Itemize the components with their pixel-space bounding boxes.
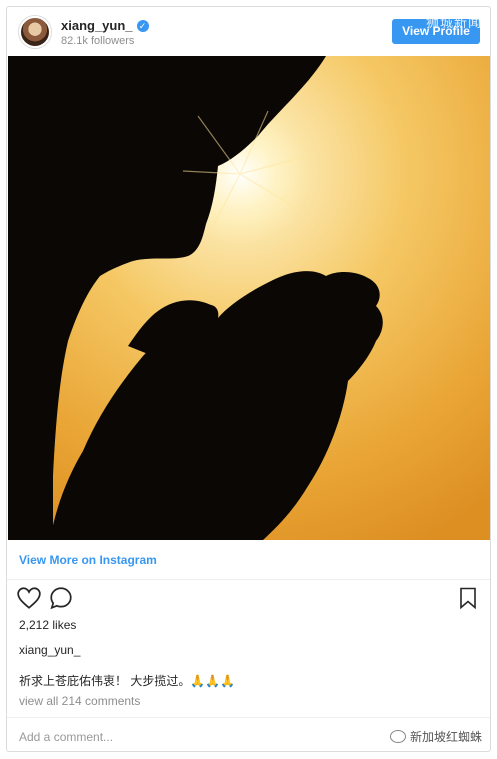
footer-watermark-text: 新加坡红蜘蛛 xyxy=(409,730,482,744)
followers-count: 82.1k followers xyxy=(61,35,135,47)
add-comment-input[interactable]: Add a comment... xyxy=(19,730,113,744)
instagram-embed-card: xiang_yun_ ✓ 82.1k followers View Profile… xyxy=(6,6,491,752)
watermark-text: 狮城新闻 xyxy=(425,15,482,30)
likes-count[interactable]: 2,212 likes xyxy=(19,618,76,632)
heart-icon[interactable] xyxy=(16,585,42,611)
verified-badge-icon: ✓ xyxy=(136,20,149,32)
view-all-comments-link[interactable]: view all 214 comments xyxy=(19,694,140,708)
footer-watermark: 新加坡红蜘蛛 xyxy=(389,728,482,745)
avatar[interactable] xyxy=(19,16,51,48)
praying-silhouette-image xyxy=(8,56,490,540)
comment-icon[interactable] xyxy=(48,585,74,611)
caption-text: 祈求上苍庇佑伟衷！ 大步揽过。🙏🙏🙏 xyxy=(19,674,236,688)
add-comment-row: Add a comment... 新加坡红蜘蛛 xyxy=(7,717,490,751)
post-header: xiang_yun_ ✓ 82.1k followers View Profile… xyxy=(7,7,490,57)
view-more-link[interactable]: View More on Instagram xyxy=(19,553,157,567)
wechat-icon xyxy=(389,730,406,743)
view-more-row: View More on Instagram xyxy=(7,540,490,580)
action-bar xyxy=(7,585,490,615)
username-text[interactable]: xiang_yun_ xyxy=(61,18,133,33)
username[interactable]: xiang_yun_ ✓ xyxy=(61,18,149,33)
bookmark-icon[interactable] xyxy=(456,585,480,611)
caption-username[interactable]: xiang_yun_ xyxy=(19,643,80,657)
post-photo[interactable] xyxy=(8,56,490,540)
